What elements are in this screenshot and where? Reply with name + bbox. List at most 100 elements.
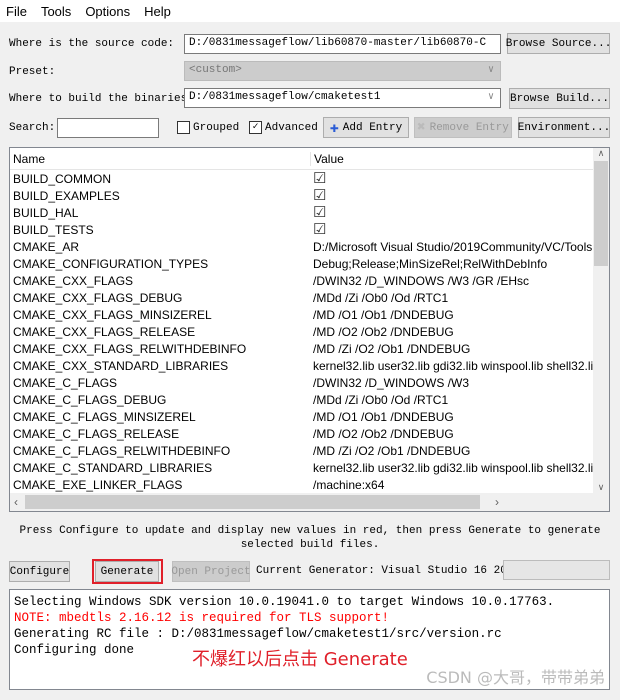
table-header: Name Value [10,148,609,170]
menu-tools[interactable]: Tools [41,4,71,19]
cell-name: CMAKE_C_FLAGS [13,375,118,390]
cell-value[interactable]: D:/Microsoft Visual Studio/2019Community… [310,240,595,254]
table-row[interactable]: CMAKE_AR D:/Microsoft Visual Studio/2019C… [10,238,609,255]
cell-value[interactable]: /machine:x64 [310,478,595,492]
scroll-left-icon[interactable]: ‹ [14,495,18,509]
cell-value[interactable]: /MD /Zi /O2 /Ob1 /DNDEBUG [310,342,595,356]
table-row[interactable]: CMAKE_CONFIGURATION_TYPES Debug;Release;M… [10,255,609,272]
advanced-label: Advanced [265,121,318,134]
generate-button[interactable]: Generate [95,561,159,582]
table-row[interactable]: CMAKE_EXE_LINKER_FLAGS/machine:x64 [10,476,609,493]
cell-value[interactable]: /MDd /Zi /Ob0 /Od /RTC1 [310,291,595,305]
chevron-down-icon: ∨ [487,92,494,103]
cell-name: BUILD_EXAMPLES [13,188,120,203]
cell-name: CMAKE_CXX_FLAGS [13,273,134,288]
table-row[interactable]: CMAKE_CXX_FLAGS_RELWITHDEBINFO/MD /Zi /O… [10,340,609,357]
cell-value[interactable]: /MD /O1 /Ob1 /DNDEBUG [310,308,595,322]
log-line: Selecting Windows SDK version 10.0.19041… [14,595,555,609]
search-input[interactable] [57,118,159,138]
table-row[interactable]: CMAKE_C_FLAGS_DEBUG/MDd /Zi /Ob0 /Od /RT… [10,391,609,408]
table-row[interactable]: CMAKE_CXX_FLAGS_MINSIZEREL/MD /O1 /Ob1 /… [10,306,609,323]
browse-build-button[interactable]: Browse Build... [509,88,610,109]
header-name[interactable]: Name [10,152,310,166]
cell-value[interactable]: ☑ [310,205,595,220]
grouped-checkbox[interactable]: Grouped [177,121,239,134]
scroll-thumb[interactable] [594,161,608,266]
cell-name: CMAKE_CXX_FLAGS_RELEASE [13,324,196,339]
table-row[interactable]: CMAKE_C_FLAGS/DWIN32 /D_WINDOWS /W3 [10,374,609,391]
add-entry-button[interactable]: ✚ Add Entry [323,117,409,138]
cell-name: CMAKE_C_FLAGS_RELWITHDEBINFO [13,443,231,458]
watermark: CSDN @大哥，带带弟弟 [426,668,605,687]
plus-icon: ✚ [329,120,339,137]
cache-table: Name Value BUILD_COMMON ☑ BUILD_EXAMPLES ☑ B… [9,147,610,512]
cell-value[interactable]: /MDd /Zi /Ob0 /Od /RTC1 [310,393,595,407]
table-row[interactable]: CMAKE_CXX_STANDARD_LIBRARIES kernel32.lib… [10,357,609,374]
add-entry-label: Add Entry [342,121,403,134]
menu-options[interactable]: Options [85,4,130,19]
table-row[interactable]: CMAKE_C_FLAGS_MINSIZEREL/MD /O1 /Ob1 /DN… [10,408,609,425]
cell-name: BUILD_TESTS [13,222,94,237]
cell-value[interactable]: /DWIN32 /D_WINDOWS /W3 [310,376,595,390]
advanced-checkbox[interactable]: ✓ Advanced [249,121,318,134]
cell-value[interactable]: ☑ [310,188,595,203]
cell-name: BUILD_HAL [13,205,79,220]
horizontal-scrollbar[interactable]: ‹ › [10,493,609,511]
table-row[interactable]: BUILD_EXAMPLES ☑ [10,187,609,204]
cell-name: CMAKE_CXX_FLAGS_MINSIZEREL [13,307,212,322]
cell-name: CMAKE_C_FLAGS_DEBUG [13,392,167,407]
open-project-button[interactable]: Open Project [171,561,251,582]
cell-name: CMAKE_EXE_LINKER_FLAGS [13,477,183,492]
cell-value[interactable]: ☑ [310,171,595,186]
preset-value: <custom> [189,64,242,76]
cell-name: CMAKE_CXX_STANDARD_LIBRARIES [13,358,229,373]
cell-value[interactable]: Debug;Release;MinSizeRel;RelWithDebInfo [310,257,595,271]
cell-value[interactable]: /MD /O2 /Ob2 /DNDEBUG [310,427,595,441]
menu-help[interactable]: Help [144,4,171,19]
cell-value[interactable]: kernel32.lib user32.lib gdi32.lib winspo… [310,461,595,475]
cell-value[interactable]: /MD /O2 /Ob2 /DNDEBUG [310,325,595,339]
table-row[interactable]: CMAKE_C_FLAGS_RELEASE/MD /O2 /Ob2 /DNDEB… [10,425,609,442]
cell-value[interactable]: ☑ [310,222,595,237]
cell-value[interactable]: /DWIN32 /D_WINDOWS /W3 /GR /EHsc [310,274,595,288]
source-label: Where is the source code: [9,38,175,50]
scroll-down-icon[interactable]: ∨ [593,482,609,493]
scroll-right-icon[interactable]: › [495,495,499,509]
menu-file[interactable]: File [6,4,27,19]
environment-button[interactable]: Environment... [518,117,610,138]
preset-label: Preset: [9,66,56,78]
table-row[interactable]: CMAKE_CXX_FLAGS/DWIN32 /D_WINDOWS /W3 /G… [10,272,609,289]
table-row[interactable]: BUILD_HAL ☑ [10,204,609,221]
table-row[interactable]: BUILD_COMMON ☑ [10,170,609,187]
checkbox-unchecked[interactable] [177,121,190,134]
cell-value[interactable]: /MD /O1 /Ob1 /DNDEBUG [310,410,595,424]
build-value: D:/0831messageflow/cmaketest1 [189,91,381,103]
cell-name: CMAKE_C_FLAGS_MINSIZEREL [13,409,196,424]
log-line: Generating RC file : D:/0831messageflow/… [14,627,502,641]
check-icon[interactable]: ✓ [249,121,262,134]
browse-source-button[interactable]: Browse Source... [506,33,611,54]
table-row[interactable]: CMAKE_C_STANDARD_LIBRARIES kernel32.lib u… [10,459,609,476]
preset-select[interactable]: <custom> ∨ [184,61,501,81]
annotation-text: 不爆红以后点击 Generate [192,649,408,670]
remove-entry-button[interactable]: ✖ Remove Entry [414,117,512,138]
scroll-up-icon[interactable]: ∧ [593,148,609,159]
hint-text: Press Configure to update and display ne… [19,525,601,551]
table-row[interactable]: CMAKE_CXX_FLAGS_DEBUG/MDd /Zi /Ob0 /Od /… [10,289,609,306]
table-row[interactable]: CMAKE_C_FLAGS_RELWITHDEBINFO/MD /Zi /O2 … [10,442,609,459]
cell-name: BUILD_COMMON [13,171,112,186]
table-row[interactable]: BUILD_TESTS ☑ [10,221,609,238]
grouped-label: Grouped [193,121,240,134]
cell-value[interactable]: kernel32.lib user32.lib gdi32.lib winspo… [310,359,595,373]
configure-button[interactable]: Configure [9,561,70,582]
header-value[interactable]: Value [310,151,595,166]
build-select[interactable]: D:/0831messageflow/cmaketest1 ∨ [184,88,501,108]
remove-icon: ✖ [417,120,426,136]
cell-name: CMAKE_CONFIGURATION_TYPES [13,256,209,271]
cell-value[interactable]: /MD /Zi /O2 /Ob1 /DNDEBUG [310,444,595,458]
vertical-scrollbar[interactable]: ∧ ∨ [593,148,609,493]
table-row[interactable]: CMAKE_CXX_FLAGS_RELEASE/MD /O2 /Ob2 /DND… [10,323,609,340]
cell-name: CMAKE_CXX_FLAGS_RELWITHDEBINFO [13,341,247,356]
hscroll-thumb[interactable] [25,495,480,509]
source-input[interactable]: D:/0831messageflow/lib60870-master/lib60… [184,34,501,54]
